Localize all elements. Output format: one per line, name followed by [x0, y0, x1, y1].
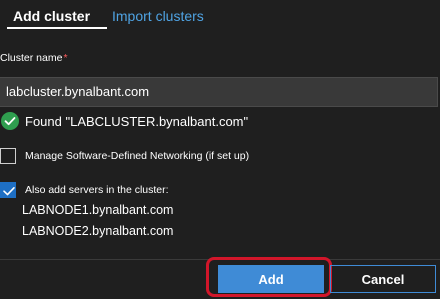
tab-add-cluster[interactable]: Add cluster [13, 8, 90, 24]
tab-bar: Add cluster Import clusters [0, 0, 440, 30]
active-tab-indicator [7, 27, 107, 29]
cluster-name-label-text: Cluster name [0, 52, 63, 64]
cluster-name-label: Cluster name* [0, 52, 68, 64]
manage-sdn-label: Manage Software-Defined Networking (if s… [25, 150, 250, 162]
cancel-button[interactable]: Cancel [330, 265, 436, 293]
server-item: LABNODE2.bynalbant.com [22, 224, 174, 238]
cluster-name-value: labcluster.bynalbant.com [6, 84, 150, 99]
check-circle-icon [0, 111, 20, 131]
highlight-annotation [206, 257, 332, 297]
manage-sdn-checkbox[interactable] [0, 148, 16, 164]
server-item: LABNODE1.bynalbant.com [22, 203, 174, 217]
found-message: Found "LABCLUSTER.bynalbant.com" [25, 114, 249, 129]
checkmark-icon [3, 187, 15, 196]
required-marker: * [63, 52, 68, 64]
add-servers-checkbox[interactable] [0, 182, 16, 198]
cluster-name-input[interactable]: labcluster.bynalbant.com [0, 77, 438, 107]
add-servers-label: Also add servers in the cluster: [25, 184, 169, 196]
tab-import-clusters[interactable]: Import clusters [112, 8, 204, 24]
